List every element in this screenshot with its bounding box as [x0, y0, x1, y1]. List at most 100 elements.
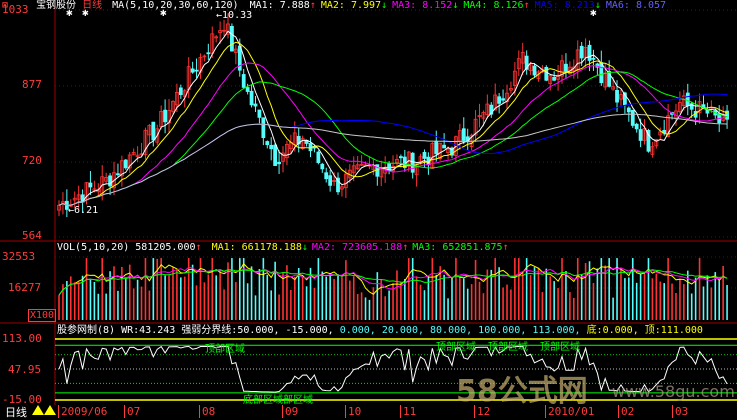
price-tick-720: 720 [22, 154, 42, 167]
candle-body [163, 109, 168, 123]
top-value: 111.000 [660, 325, 703, 336]
candle-body [587, 44, 592, 61]
ma-value-5: MA5: 8.213 [534, 0, 595, 11]
wr-label: WR: [121, 325, 140, 336]
volume-tick-mid: 16277 [8, 281, 42, 294]
bottom-label: 底: [586, 325, 603, 336]
ma-value-3: MA3: 8.152 [392, 0, 453, 11]
candle-body [591, 57, 596, 60]
candle-body [206, 52, 211, 55]
wr-tick-113: 113.00 [2, 332, 42, 345]
date-label: 11 [400, 405, 416, 418]
candle-body [638, 129, 643, 141]
candle-body [442, 144, 447, 149]
candle-body [434, 140, 439, 155]
volume-ma-value-3: MA3: 652851.875 [412, 242, 503, 253]
ma-value-2: MA2: 7.997 [320, 0, 382, 11]
candle-body [194, 69, 199, 72]
candle-body [116, 173, 120, 176]
candle-body [552, 76, 557, 81]
scroll-right-arrow-icon[interactable] [44, 405, 56, 415]
date-label: 02 [618, 405, 634, 418]
candle-body [241, 74, 246, 88]
candle-body [230, 25, 234, 52]
candle-body [579, 45, 584, 59]
wr-title: 股参网制(8) [57, 325, 116, 336]
bottom-value: 0.000, [602, 325, 639, 336]
candle-body [497, 96, 502, 104]
candle-body [253, 103, 258, 107]
candle-body [328, 175, 333, 186]
candle-body [261, 117, 266, 139]
candle-body [277, 161, 281, 165]
low-price-value: 6.21 [74, 205, 99, 216]
candlestick-chart[interactable]: ✱ ✱ ✱ ✱ [0, 0, 737, 419]
candle-body [190, 68, 195, 73]
volume-title: VOL(5,10,20) [57, 242, 130, 253]
watermark-url: www.58gu.com [612, 382, 735, 401]
candle-body [108, 175, 112, 187]
high-price-marker: ←10.33 [216, 10, 253, 21]
wr-tick-47: 47.95 [8, 363, 42, 376]
candle-body [532, 65, 537, 76]
candle-body [422, 151, 427, 159]
volume-ma-value-2: MA2: 723605.188 [311, 242, 403, 253]
top-label: 顶: [644, 325, 661, 336]
top-zone-label: 顶部区域 [540, 342, 580, 353]
price-panel-header: ⊠ 宝钢股份 日线 MA(5,10,20,30,60,120) MA1: 7.8… [2, 0, 666, 12]
candle-body [634, 123, 639, 130]
candle-body [410, 152, 415, 173]
period-label: 日线 [82, 0, 103, 11]
extra-values: 0.000, 20.000, 80.000, 100.000, 113.000, [339, 325, 581, 336]
price-tick-877: 877 [22, 78, 42, 91]
top-zone-label: 顶部区域 [436, 342, 476, 353]
date-label: 2009/06 [58, 405, 107, 418]
date-label: 07 [124, 405, 140, 418]
volume-panel-header: VOL(5,10,20) 581205.000↑ MA1: 661178.188… [57, 242, 509, 253]
scroll-left-arrow-icon[interactable] [32, 405, 44, 415]
candle-body [249, 90, 254, 106]
date-label: 08 [199, 405, 215, 418]
low-price-marker: ←6.21 [68, 205, 99, 216]
watermark-logo: 58公式网 [456, 374, 588, 409]
candle-body [316, 151, 321, 163]
volume-unit-badge: X100 [28, 309, 57, 322]
candle-body [615, 90, 619, 103]
high-price-value: 10.33 [222, 10, 253, 21]
date-label: 03 [672, 405, 688, 418]
volume-tick-high: 32553 [2, 250, 36, 263]
candle-body [269, 144, 274, 150]
stock-name[interactable]: 宝钢股份 [36, 0, 76, 11]
ma-value-1: MA1: 7.888 [249, 0, 310, 11]
candle-body [564, 63, 568, 72]
price-tick-564: 564 [22, 229, 42, 242]
date-label: 09 [282, 405, 298, 418]
candle-body [461, 128, 466, 141]
top-zone-label: 顶部区域 [488, 342, 528, 353]
date-label: 10 [345, 405, 361, 418]
period-tab[interactable]: 日线 [2, 404, 30, 420]
candle-body [685, 92, 690, 106]
candle-body [265, 141, 270, 146]
candle-body [324, 172, 329, 180]
ma-value-4: MA4: 8.126 [463, 0, 524, 11]
price-tick-1033: 1033 [2, 3, 29, 16]
top-zone-label: 顶部区域 [205, 344, 245, 355]
boundary-values: 50.000, -15.000, [237, 325, 334, 336]
candle-body [630, 109, 635, 126]
candle-body [88, 182, 93, 188]
bottom-zone-label: 底部区域部区域 [243, 395, 313, 406]
boundary-label: 强弱分界线: [181, 325, 238, 336]
ma-values: MA1: 7.888↑ MA2: 7.997↓ MA3: 8.152↓ MA4: 8.… [249, 0, 667, 11]
candle-body [273, 144, 278, 166]
wr-panel-header: 股参网制(8) WR:43.243 强弱分界线:50.000, -15.000,… [57, 325, 703, 337]
volume-ma-value-1: MA1: 661178.188 [211, 242, 302, 253]
ma60-line [58, 93, 728, 207]
candle-body [320, 163, 325, 170]
candle-body [398, 156, 403, 159]
candle-body [626, 107, 631, 113]
volume-ma-values: MA1: 661178.188↓ MA2: 723605.188↑ MA3: 652… [211, 242, 509, 253]
ma-value-6: MA6: 8.057 [605, 0, 667, 11]
candle-body [501, 98, 505, 101]
wr-value: 43.243 [139, 325, 176, 336]
